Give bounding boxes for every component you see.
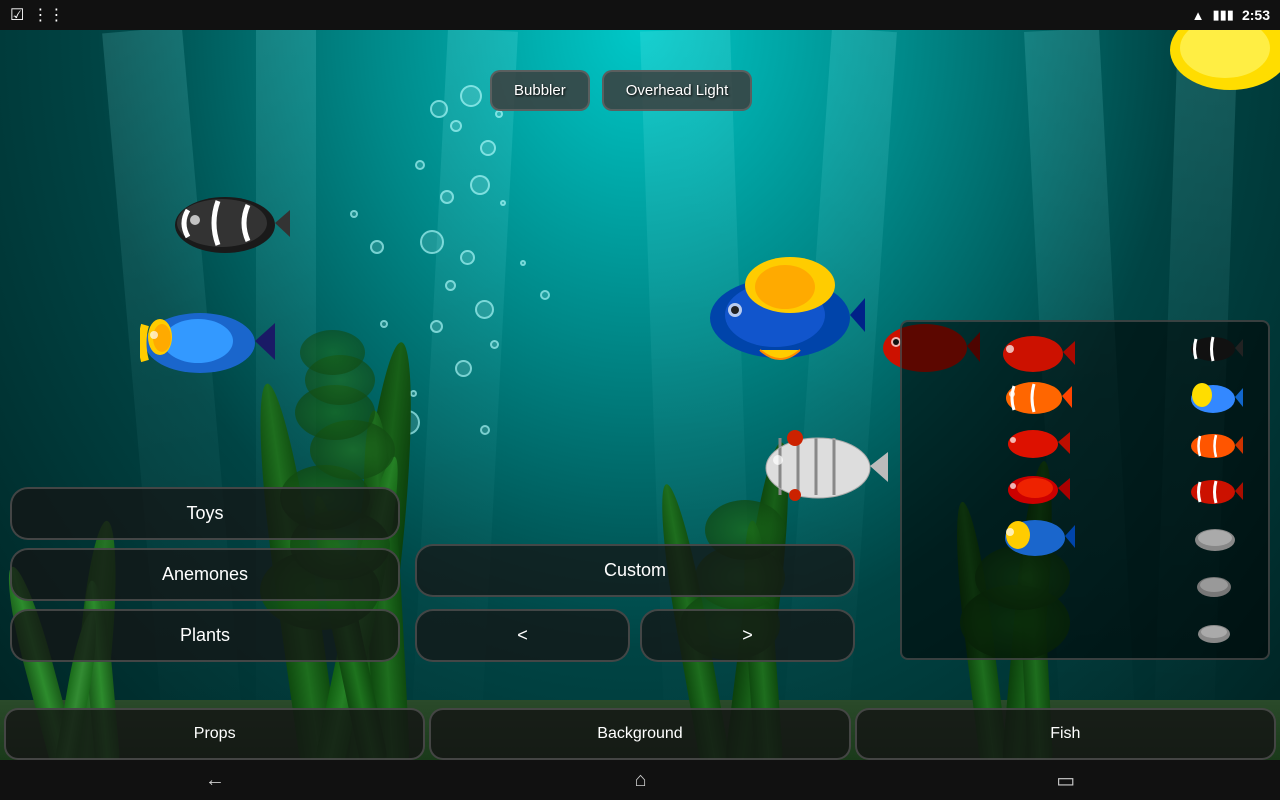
stone-option-1[interactable]	[1193, 520, 1238, 557]
wifi-icon: ▲	[1192, 8, 1205, 23]
fish-clownfish	[170, 185, 290, 265]
fish-option-black-white[interactable]	[1188, 330, 1243, 367]
time-display: 2:53	[1242, 7, 1270, 23]
aquarium-background: Bubbler Overhead Light	[0, 30, 1280, 760]
navigation-bar: ← ⌂ ▭	[0, 760, 1280, 800]
bottom-tabs: Props Background Fish	[0, 708, 1280, 760]
next-button[interactable]: >	[640, 609, 855, 662]
status-bar-right: ▲ ▮▮▮ 2:53	[1192, 7, 1270, 23]
status-bar: ☑ ⋮⋮ ▲ ▮▮▮ 2:53	[0, 0, 1280, 30]
stone-option-2[interactable]	[1195, 567, 1235, 604]
fish-option-red-large[interactable]	[910, 330, 1164, 372]
back-button[interactable]: ←	[205, 769, 225, 792]
anemones-button[interactable]: Anemones	[10, 548, 400, 601]
home-button[interactable]: ⌂	[634, 769, 646, 792]
battery-icon: ▮▮▮	[1213, 7, 1234, 23]
tab-props[interactable]: Props	[4, 708, 425, 760]
tab-fish[interactable]: Fish	[855, 708, 1276, 760]
overhead-light-button[interactable]: Overhead Light	[602, 70, 753, 111]
fish-option-red-small-1[interactable]	[910, 422, 1164, 464]
fish-option-red-small-2[interactable]	[910, 468, 1164, 510]
custom-button[interactable]: Custom	[415, 544, 855, 597]
recents-button[interactable]: ▭	[1056, 768, 1075, 793]
fish-selection-panel	[900, 320, 1270, 660]
stone-option-3[interactable]	[1196, 613, 1234, 650]
fish-option-blue-yellow[interactable]	[910, 514, 1164, 556]
menu-status-icon: ⋮⋮	[32, 5, 64, 25]
fish-butterfly	[760, 420, 890, 515]
fish-option-yellow-blue[interactable]	[1188, 377, 1243, 417]
bubbler-button[interactable]: Bubbler	[490, 70, 590, 111]
prev-button[interactable]: <	[415, 609, 630, 662]
tab-background[interactable]: Background	[429, 708, 850, 760]
top-buttons-container: Bubbler Overhead Light	[490, 70, 752, 111]
fish-blue-tang	[140, 295, 280, 390]
toys-button[interactable]: Toys	[10, 487, 400, 540]
status-bar-left: ☑ ⋮⋮	[10, 5, 64, 25]
fish-option-orange-clown[interactable]	[1188, 427, 1243, 464]
plants-button[interactable]: Plants	[10, 609, 400, 662]
fish-option-red-white[interactable]	[1188, 473, 1243, 510]
fish-option-clownfish[interactable]	[910, 376, 1164, 418]
fish-panel-left	[910, 330, 1164, 650]
fish-sun	[1150, 30, 1280, 115]
checkbox-status-icon: ☑	[10, 5, 24, 25]
center-menu: Custom < >	[415, 544, 855, 662]
nav-row: < >	[415, 609, 855, 662]
fish-panel-right	[1170, 330, 1260, 650]
fish-angelfish	[700, 250, 870, 375]
left-menu: Toys Anemones Plants	[10, 487, 400, 662]
